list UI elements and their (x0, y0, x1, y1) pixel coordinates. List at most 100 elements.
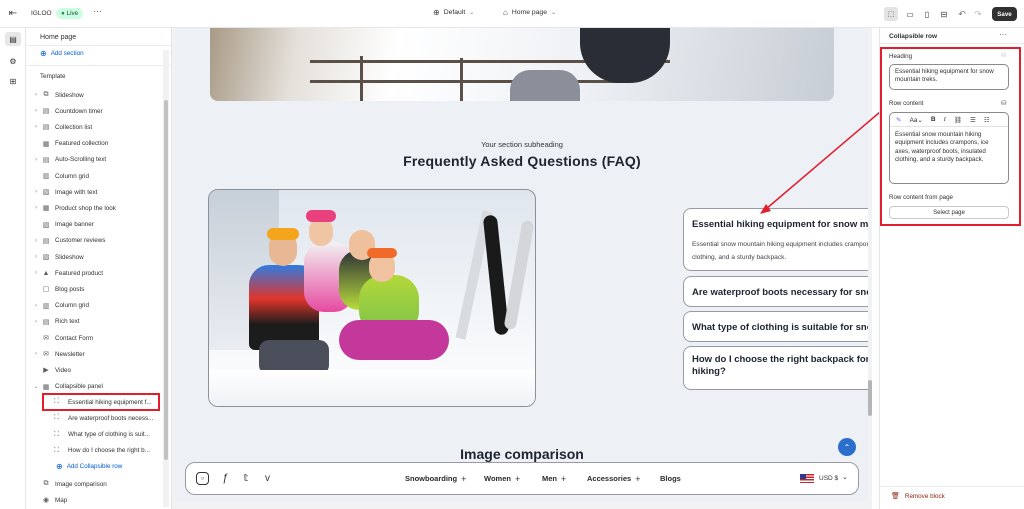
chevron-right-icon[interactable]: › (32, 351, 40, 357)
preview-canvas: Your section subheading Frequently Asked… (172, 28, 872, 509)
sidebar-item-column-grid[interactable]: ▥ Column grid (32, 169, 89, 183)
sidebar-item-countdown-timer[interactable]: › ▤ Countdown timer (32, 104, 103, 118)
text-style-icon[interactable]: Aa⌄ (909, 116, 922, 124)
dynamic-source-icon[interactable]: ⛁ (1001, 52, 1006, 59)
sidebar-item-slideshow[interactable]: › ▧ Slideshow (32, 250, 84, 264)
currency-selector[interactable]: USD $ (819, 475, 838, 482)
chevron-right-icon[interactable]: › (32, 124, 40, 130)
map-icon: ◉ (42, 497, 50, 504)
add-collapsible-row-button[interactable]: ⊕ Add Collapsible row (56, 462, 122, 471)
scroll-to-top-button[interactable]: ⌃ (838, 438, 856, 456)
inspector-icon[interactable]: ⬚ (884, 7, 898, 21)
sidebar-item-image-banner[interactable]: ▧ Image banner (32, 218, 94, 232)
undo-icon[interactable]: ↶ (955, 7, 969, 21)
more-icon[interactable]: ··· (999, 30, 1007, 39)
live-label: Live (66, 10, 79, 17)
row-content-editor[interactable]: ✎ Aa⌄ B I ⛓ ☰ ☷ Essential snow mountain … (889, 112, 1009, 184)
sidebar-item-blog-posts[interactable]: ▢ Blog posts (32, 282, 85, 296)
collapsible-row-item[interactable]: ⛶ What type of clothing is suit... (54, 428, 150, 442)
sidebar-item-label: Featured product (55, 269, 103, 277)
redo-icon[interactable]: ↷ (971, 7, 985, 21)
block-icon: ⛶ (54, 430, 59, 438)
twitter-icon[interactable]: 𝕥 (238, 471, 254, 485)
fullscreen-icon[interactable]: ⊟ (937, 7, 951, 21)
nav-link-women[interactable]: Women + (484, 474, 520, 483)
numbered-list-icon[interactable]: ☷ (984, 116, 990, 124)
sidebar-item-collapsible-panel[interactable]: ⌄ ▦ Collapsible panel (32, 380, 102, 394)
nav-link-label: Blogs (660, 474, 681, 483)
sidebar-item-auto-scrolling-text[interactable]: › ▤ Auto-Scrolling text (32, 153, 106, 167)
collapsible-row-item[interactable]: ⛶ How do I choose the right b... (54, 444, 150, 458)
chevron-right-icon[interactable]: › (32, 205, 40, 211)
chevron-right-icon[interactable]: › (32, 189, 40, 195)
collapsible-row-label: How do I choose the right b... (68, 447, 150, 455)
settings-gear-icon[interactable]: ⚙ (5, 54, 21, 68)
faq-item[interactable]: What type of clothing is suitable for sn… (683, 311, 869, 342)
bullet-list-icon[interactable]: ☰ (970, 116, 976, 124)
sidebar-item-featured-collection[interactable]: ▦ Featured collection (32, 137, 109, 151)
sidebar-item-rich-text[interactable]: › ▤ Rich text (32, 315, 80, 329)
chevron-right-icon[interactable]: › (32, 270, 40, 276)
theme-select-label: Default (443, 9, 466, 16)
sidebar-item-slideshow[interactable]: › ⧉ Slideshow (32, 88, 84, 102)
exit-icon[interactable]: ⇤ (7, 7, 19, 19)
sidebar-item-label: Rich text (55, 318, 80, 326)
sidebar-item-image-with-text[interactable]: › ▧ Image with text (32, 185, 97, 199)
faq-item[interactable]: How do I choose the right backpack for s… (683, 346, 869, 390)
featured-collection-icon: ▦ (42, 140, 50, 148)
apps-icon[interactable]: ⊞ (5, 74, 21, 88)
sidebar-item-customer-reviews[interactable]: › ▤ Customer reviews (32, 234, 105, 248)
more-icon[interactable]: ··· (93, 6, 102, 16)
chevron-right-icon[interactable]: › (32, 92, 40, 98)
sidebar-item-contact-form[interactable]: ✉ Contact Form (32, 331, 93, 345)
sidebar-item-image-comparison[interactable]: ⧉ Image comparison (32, 477, 107, 491)
sidebar-item-featured-product[interactable]: › ▲ Featured product (32, 266, 103, 280)
mobile-icon[interactable]: ▯ (920, 7, 934, 21)
page-select[interactable]: ⌂ Home page ⌄ (503, 8, 556, 17)
save-button[interactable]: Save (992, 7, 1017, 21)
collapsible-row-item[interactable]: ⛶ Essential hiking equipment f... (54, 395, 152, 409)
link-icon[interactable]: ⛓ (954, 116, 962, 124)
sidebar-item-label: Collection list (55, 123, 93, 131)
facebook-icon[interactable]: ƒ (219, 471, 232, 485)
chevron-right-icon[interactable]: › (32, 254, 40, 260)
chevron-right-icon[interactable]: › (32, 157, 40, 163)
faq-question: What type of clothing is suitable for sn… (692, 322, 869, 333)
sidebar-item-video[interactable]: ▶ Video (32, 363, 71, 377)
sidebar-item-column-grid[interactable]: › ▥ Column grid (32, 299, 89, 313)
scrollbar-thumb[interactable] (868, 380, 872, 416)
canvas-scrollbar[interactable] (868, 28, 872, 509)
heading-input[interactable]: Essential hiking equipment for snow moun… (889, 64, 1009, 90)
theme-select[interactable]: ⊕ Default ⌄ (433, 8, 474, 17)
panel-title: Collapsible row (889, 33, 938, 40)
chevron-right-icon[interactable]: › (32, 303, 40, 309)
remove-block-button[interactable]: 🗑 Remove block (891, 492, 945, 501)
desktop-icon[interactable]: ▭ (903, 7, 917, 21)
sidebar-item-map[interactable]: ◉ Map (32, 493, 67, 507)
nav-link-blogs[interactable]: Blogs (660, 474, 681, 483)
sidebar-item-newsletter[interactable]: › ✉ Newsletter (32, 347, 85, 361)
add-section-button[interactable]: ⊕ Add section (40, 49, 84, 58)
chevron-right-icon[interactable]: › (32, 108, 40, 114)
faq-item[interactable]: Are waterproof boots necessary for snow … (683, 276, 869, 307)
collapsible-row-item[interactable]: ⛶ Are waterproof boots necess... (54, 411, 153, 425)
nav-link-men[interactable]: Men + (542, 474, 566, 483)
nav-link-snowboarding[interactable]: Snowboarding + (405, 474, 466, 483)
magic-icon[interactable]: ✎ (896, 116, 901, 124)
sidebar-item-product-shop-the-look[interactable]: › ▦ Product shop the look (32, 201, 116, 215)
dynamic-source-icon[interactable]: ⛁ (1001, 99, 1006, 107)
vimeo-icon[interactable]: v (261, 471, 274, 485)
chevron-down-icon[interactable]: ⌄ (32, 383, 40, 390)
select-page-button[interactable]: Select page (889, 206, 1009, 219)
nav-link-accessories[interactable]: Accessories + (587, 474, 640, 483)
scrollbar-thumb[interactable] (164, 100, 168, 460)
chevron-right-icon[interactable]: › (32, 319, 40, 325)
faq-item[interactable]: Essential hiking equipment for snow moun… (683, 208, 869, 271)
chevron-right-icon[interactable]: › (32, 238, 40, 244)
sidebar-scrollbar[interactable] (163, 50, 169, 507)
italic-icon[interactable]: I (944, 116, 946, 123)
bold-icon[interactable]: B (931, 116, 936, 123)
sections-icon[interactable]: ▤ (5, 32, 21, 46)
instagram-icon[interactable]: ○ (196, 472, 209, 485)
sidebar-item-collection-list[interactable]: › ▤ Collection list (32, 120, 92, 134)
